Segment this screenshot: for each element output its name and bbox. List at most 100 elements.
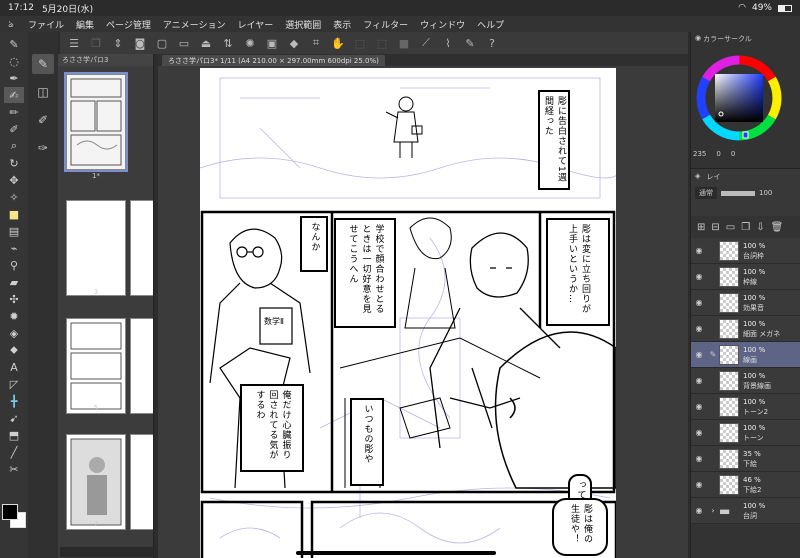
foreground-color[interactable] <box>2 504 18 520</box>
menu-layer[interactable]: レイヤー <box>232 18 280 31</box>
layer-tab-icon[interactable]: ◈ <box>695 172 700 182</box>
balloon-tool-icon[interactable]: ⬒ <box>4 427 24 443</box>
eye-icon[interactable]: ◉ <box>691 506 707 515</box>
hand-icon[interactable]: ✋ <box>330 35 346 51</box>
delete-layer-icon[interactable]: 🗑 <box>771 222 784 233</box>
line-tool-icon[interactable]: ╱ <box>4 444 24 460</box>
brush-icon[interactable]: ⌇ <box>440 35 456 51</box>
color-circle-tab-icon[interactable]: ◉ <box>695 34 701 42</box>
layer-row[interactable]: ◉ 100 % 背景線画 <box>691 368 800 394</box>
color-wheel[interactable] <box>691 50 800 150</box>
manga-page[interactable]: 数学Ⅱ 彫に告白されて1週間経った なんか 学校で顔合わせとるときは一切好意を見… <box>200 68 616 558</box>
scissor-tool-icon[interactable]: ✂ <box>4 461 24 477</box>
ruler-icon[interactable]: ⟋ <box>418 35 434 51</box>
layer-opacity-slider[interactable] <box>721 190 755 196</box>
text-tool-icon[interactable]: A <box>4 359 24 375</box>
new-vector-layer-icon[interactable]: ⊟ <box>711 222 719 233</box>
eye-icon[interactable]: ◉ <box>691 246 707 255</box>
eye-icon[interactable]: ◉ <box>691 272 707 281</box>
subtool-marker-icon[interactable]: ✐ <box>32 110 54 130</box>
menu-help[interactable]: ヘルプ <box>471 18 510 31</box>
page-thumbnail-3[interactable] <box>66 200 126 296</box>
app-logo-icon[interactable]: ঌ <box>0 17 22 32</box>
rotate-tool-icon[interactable]: ↻ <box>4 155 24 171</box>
page-thumbnail-1[interactable] <box>64 72 128 172</box>
eye-icon[interactable]: ◉ <box>691 298 707 307</box>
menu-animation[interactable]: アニメーション <box>157 18 232 31</box>
subtool-brush-icon[interactable]: ◫ <box>32 82 54 102</box>
page-panel-zoom-slider[interactable] <box>60 547 154 557</box>
eraser-tool-icon[interactable]: ▰ <box>4 274 24 290</box>
layer-folder-row[interactable]: ◉ › ▬ 100 % 台詞 <box>691 498 800 524</box>
menu-selection[interactable]: 選択範囲 <box>279 18 327 31</box>
marker-tool-icon[interactable]: ✐ <box>4 121 24 137</box>
eye-icon[interactable]: ◉ <box>691 428 707 437</box>
layer-row[interactable]: ◉ 100 % トーン <box>691 420 800 446</box>
eye-icon[interactable]: ◉ <box>691 350 707 359</box>
gradient-tool-icon[interactable]: ▤ <box>4 223 24 239</box>
menu-page[interactable]: ページ管理 <box>100 18 157 31</box>
layer-row[interactable]: ◉ 100 % 細面 メガネ <box>691 316 800 342</box>
layer-row[interactable]: ◉ 46 % 下絵2 <box>691 472 800 498</box>
layer-blend-mode[interactable]: 通常 <box>695 187 717 199</box>
brush-tool-icon[interactable]: ✍ <box>4 87 24 103</box>
eye-icon[interactable]: ◉ <box>691 454 707 463</box>
layer-row[interactable]: ◉ 100 % 台詞枠 <box>691 238 800 264</box>
pen-setting-icon[interactable]: ✎ <box>462 35 478 51</box>
figure-tool-icon[interactable]: ⬥ <box>4 342 24 358</box>
menu-window[interactable]: ウィンドウ <box>414 18 471 31</box>
page-thumbnail-7b[interactable] <box>130 434 153 530</box>
magnifier-tool-icon[interactable]: ⌕ <box>4 138 24 154</box>
deselect-icon[interactable]: ⬚ <box>374 35 390 51</box>
crop-icon[interactable]: ⌗ <box>308 35 324 51</box>
move-tool-icon[interactable]: ✥ <box>4 172 24 188</box>
layer-row[interactable]: ◉ 100 % 効果音 <box>691 290 800 316</box>
fill-icon[interactable]: ◆ <box>286 35 302 51</box>
spinner-icon[interactable]: ✺ <box>242 35 258 51</box>
camera-icon[interactable]: ◙ <box>132 35 148 51</box>
magic-wand-icon[interactable]: ✧ <box>4 189 24 205</box>
zoom-tool-icon[interactable]: ✎ <box>4 36 24 52</box>
layer-opacity-value[interactable]: 100 <box>759 189 772 197</box>
layer-tab[interactable]: レイ <box>706 172 720 182</box>
new-file-icon[interactable]: ▢ <box>154 35 170 51</box>
menu-edit[interactable]: 編集 <box>70 18 100 31</box>
sort-icon[interactable]: ⇅ <box>220 35 236 51</box>
pen-tool-icon[interactable]: ✒ <box>4 70 24 86</box>
layer-row-selected[interactable]: ◉ ✎ 100 % 線画 <box>691 342 800 368</box>
transform-tool-icon[interactable]: ✣ <box>4 291 24 307</box>
open-folder-icon[interactable]: ▭ <box>176 35 192 51</box>
color-swatch[interactable] <box>2 500 26 536</box>
layer-row[interactable]: ◉ 35 % 下絵 <box>691 446 800 472</box>
pencil-tool-icon[interactable]: ✏ <box>4 104 24 120</box>
smudge-tool-icon[interactable]: ◈ <box>4 325 24 341</box>
eye-icon[interactable]: ◉ <box>691 324 707 333</box>
eye-icon[interactable]: ◉ <box>691 402 707 411</box>
merge-layer-icon[interactable]: ⇩ <box>756 222 764 233</box>
menu-filter[interactable]: フィルター <box>357 18 414 31</box>
help-icon[interactable]: ? <box>484 35 500 51</box>
subtool-pen-icon[interactable]: ✎ <box>32 54 54 74</box>
fill-tool-icon[interactable]: ■ <box>4 206 24 222</box>
save-icon[interactable]: ⏏ <box>198 35 214 51</box>
copy-layer-icon[interactable]: ❐ <box>741 222 750 233</box>
select-tool-icon[interactable]: ➹ <box>4 410 24 426</box>
document-tab[interactable]: ろささ学パロ3* 1/11 (A4 210.00 × 297.00mm 600d… <box>162 55 385 66</box>
color-wheel-panel[interactable]: 235 0 0 <box>691 50 800 166</box>
layer-row[interactable]: ◉ 100 % トーン2 <box>691 394 800 420</box>
eyedropper-tool-icon[interactable]: ⌁ <box>4 240 24 256</box>
blend-tool-icon[interactable]: ✹ <box>4 308 24 324</box>
layer-row[interactable]: ◉ 100 % 枠線 <box>691 264 800 290</box>
ruler-tool-icon[interactable]: ╋ <box>4 393 24 409</box>
chevron-right-icon[interactable]: › <box>707 506 719 515</box>
page-thumbnail-5[interactable] <box>66 318 126 414</box>
subtool-gpen-icon[interactable]: ✑ <box>32 138 54 158</box>
eye-icon[interactable]: ◉ <box>691 480 707 489</box>
eye-icon[interactable]: ◉ <box>691 376 707 385</box>
hamburger-icon[interactable]: ☰ <box>66 35 82 51</box>
clear-icon[interactable]: ▣ <box>264 35 280 51</box>
lasso-tool-icon[interactable]: ◌ <box>4 53 24 69</box>
copy-icon[interactable]: ❐ <box>88 35 104 51</box>
transform-icon[interactable]: ⬚ <box>352 35 368 51</box>
menu-file[interactable]: ファイル <box>22 18 70 31</box>
